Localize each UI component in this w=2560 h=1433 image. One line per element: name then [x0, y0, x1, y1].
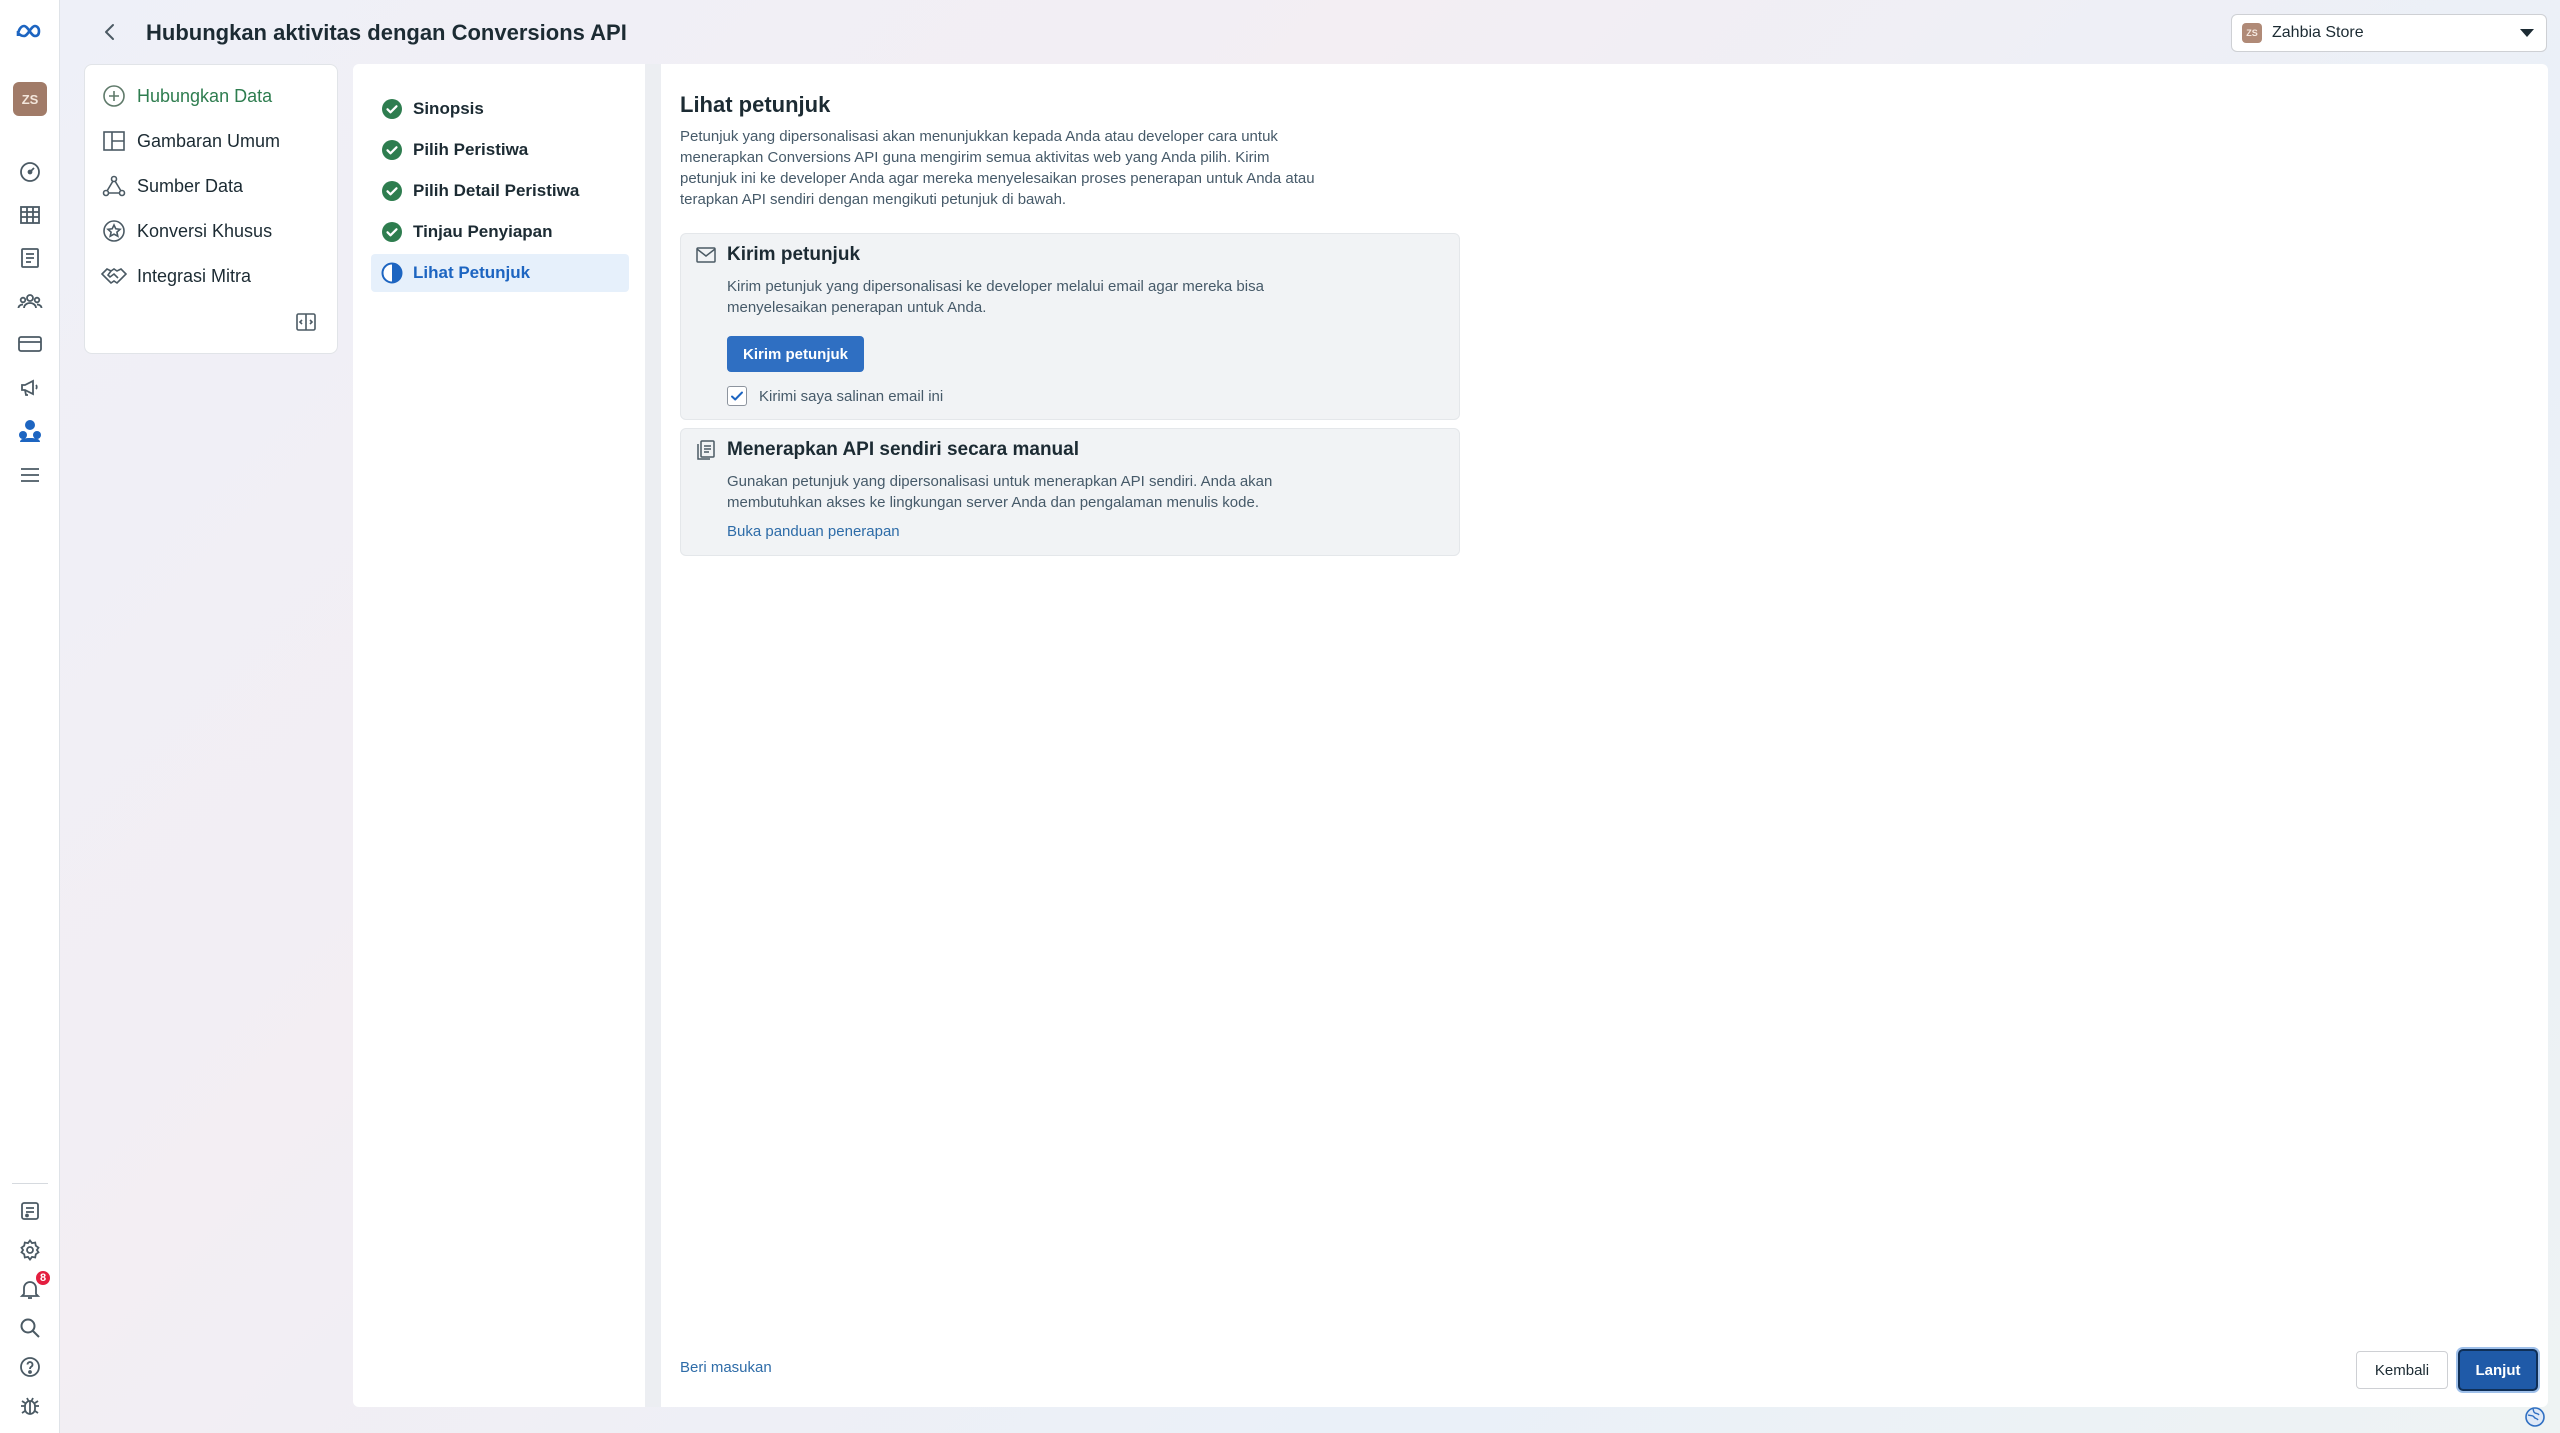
check-circle-icon [382, 222, 402, 242]
send-card-title: Kirim petunjuk [727, 244, 861, 265]
library-icon[interactable] [14, 1195, 46, 1227]
page-title: Hubungkan aktivitas dengan Conversions A… [146, 20, 627, 45]
nav-item-label: Sumber Data [137, 175, 244, 196]
open-setup-guide-link[interactable]: Buka panduan penerapan [727, 523, 900, 540]
section-description: Petunjuk yang dipersonalisasi akan menun… [680, 128, 1315, 208]
next-step-button[interactable]: Lanjut [2458, 1349, 2538, 1391]
corner-help-button[interactable] [2524, 1406, 2546, 1428]
back-button[interactable] [94, 16, 126, 48]
manual-document-icon [697, 440, 715, 460]
nav-item-label: Gambaran Umum [137, 130, 281, 151]
audience-icon[interactable] [14, 285, 46, 317]
nav-item-sumber-data[interactable]: Sumber Data [101, 171, 243, 201]
globe-icon [2525, 1407, 2545, 1427]
caret-down-icon [2520, 29, 2534, 37]
step-label: Pilih Peristiwa [413, 140, 529, 159]
nav-item-label: Konversi Khusus [137, 220, 273, 241]
handshake-icon [101, 263, 127, 289]
step-sinopsis[interactable]: Sinopsis [371, 90, 629, 128]
account-avatar-initials: ZS [2246, 28, 2258, 38]
collapse-sidebar-button[interactable] [293, 309, 319, 335]
search-icon[interactable] [14, 1312, 46, 1344]
bug-icon[interactable] [14, 1390, 46, 1422]
step-tinjau-penyiapan[interactable]: Tinjau Penyiapan [371, 213, 629, 251]
check-circle-icon [382, 140, 402, 160]
nav-item-gambaran-umum[interactable]: Gambaran Umum [101, 126, 280, 156]
main-content-panel: Lihat petunjuk Petunjuk yang dipersonali… [661, 64, 2548, 1407]
nav-item-hubungkan-data[interactable]: Hubungkan Data [101, 81, 272, 111]
nav-item-label: Hubungkan Data [137, 85, 273, 106]
feedback-link[interactable]: Beri masukan [680, 1359, 772, 1376]
nav-item-integrasi-mitra[interactable]: Integrasi Mitra [101, 261, 251, 291]
manual-setup-card: Menerapkan API sendiri secara manual Gun… [680, 428, 1460, 556]
setup-steps-panel: Sinopsis Pilih Peristiwa Pilih Detail Pe… [353, 64, 645, 1407]
events-manager-icon[interactable] [14, 414, 46, 446]
manual-card-title: Menerapkan API sendiri secara manual [727, 439, 1080, 460]
step-pilih-peristiwa[interactable]: Pilih Peristiwa [371, 131, 629, 169]
step-lihat-petunjuk[interactable]: Lihat Petunjuk [371, 254, 629, 292]
section-title: Lihat petunjuk [680, 92, 831, 117]
checkmark-icon [731, 391, 743, 401]
meta-logo-icon[interactable] [14, 16, 46, 48]
back-step-button[interactable]: Kembali [2356, 1351, 2448, 1389]
step-pilih-detail-peristiwa[interactable]: Pilih Detail Peristiwa [371, 172, 629, 210]
billing-icon[interactable] [14, 328, 46, 360]
manual-card-description: Gunakan petunjuk yang dipersonalisasi un… [727, 473, 1273, 511]
send-instructions-button[interactable]: Kirim petunjuk [727, 336, 865, 372]
events-manager-nav: Hubungkan Data Gambaran Umum Sumber Data… [84, 64, 338, 354]
step-label: Tinjau Penyiapan [413, 222, 553, 241]
envelope-icon [696, 247, 716, 263]
rail-divider [12, 1183, 48, 1184]
copy-email-checkbox-row[interactable]: Kirimi saya salinan email ini [727, 386, 943, 406]
notification-count-badge: 8 [34, 1269, 52, 1287]
check-circle-icon [382, 181, 402, 201]
half-circle-progress-icon [381, 262, 403, 284]
chevron-left-icon [105, 24, 114, 40]
step-label: Pilih Detail Peristiwa [413, 181, 580, 200]
account-selector[interactable]: ZS Zahbia Store [2231, 14, 2547, 52]
step-label: Lihat Petunjuk [413, 263, 531, 282]
nav-item-konversi-khusus[interactable]: Konversi Khusus [101, 216, 272, 246]
menu-icon[interactable] [14, 459, 46, 491]
dashboard-icon[interactable] [14, 156, 46, 188]
send-instructions-card: Kirim petunjuk Kirim petunjuk yang diper… [680, 233, 1460, 420]
data-source-icon [101, 173, 127, 199]
help-icon[interactable] [14, 1351, 46, 1383]
sidebar-collapse-icon [296, 313, 316, 331]
overview-icon [101, 128, 127, 154]
panel-divider [645, 64, 661, 1407]
send-card-description: Kirim petunjuk yang dipersonalisasi ke d… [727, 278, 1264, 316]
catalog-icon[interactable] [14, 242, 46, 274]
business-avatar[interactable]: ZS [13, 82, 47, 116]
star-badge-icon [101, 218, 127, 244]
account-name: Zahbia Store [2272, 24, 2364, 41]
copy-email-label: Kirimi saya salinan email ini [759, 387, 944, 405]
check-circle-icon [382, 99, 402, 119]
nav-item-label: Integrasi Mitra [137, 265, 252, 286]
step-label: Sinopsis [413, 99, 484, 118]
settings-icon[interactable] [14, 1234, 46, 1266]
business-avatar-initials: ZS [21, 91, 39, 107]
plus-circle-icon [101, 83, 127, 109]
megaphone-icon[interactable] [14, 371, 46, 403]
copy-email-checkbox[interactable] [727, 386, 747, 406]
icon-rail: ZS 8 [0, 0, 60, 1433]
account-avatar: ZS [2242, 23, 2262, 43]
table-icon[interactable] [14, 199, 46, 231]
